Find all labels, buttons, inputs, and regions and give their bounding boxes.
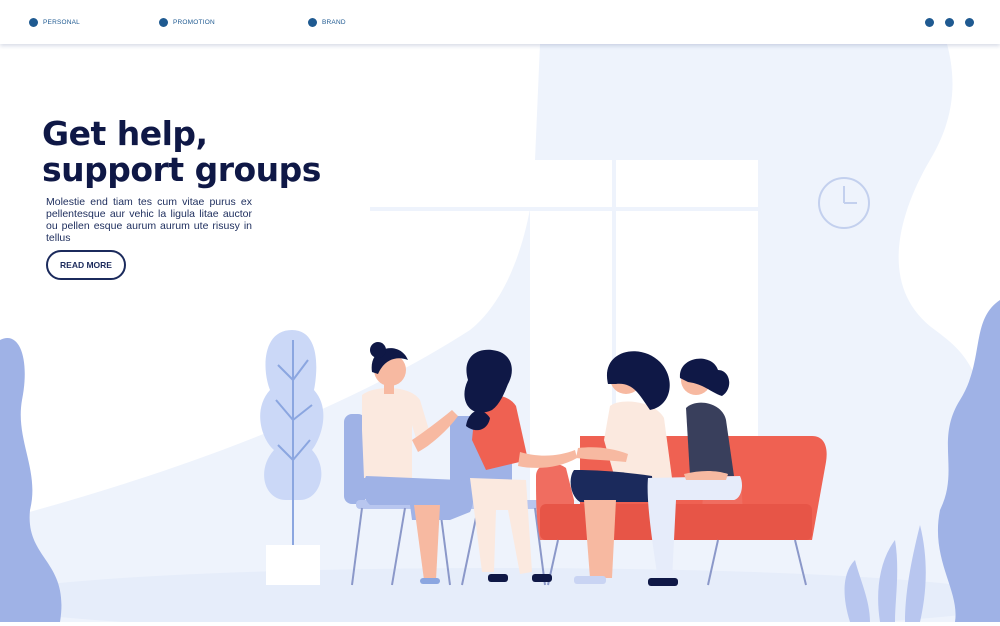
nav-item-label: BRAND xyxy=(322,19,346,26)
dot-icon xyxy=(925,18,934,27)
hero-title-line-2: support groups xyxy=(42,150,321,189)
support-group-illustration xyxy=(0,0,1000,626)
nav-item-label: PERSONAL xyxy=(43,19,81,26)
background-blob xyxy=(0,0,1000,622)
dot-icon xyxy=(945,18,954,27)
nav-item-label: PROMOTION xyxy=(173,19,215,26)
more-dots-icon[interactable] xyxy=(925,18,974,27)
bullet-dot-icon xyxy=(159,18,168,27)
nav-item-brand[interactable]: BRAND xyxy=(308,18,346,27)
nav-item-promotion[interactable]: PROMOTION xyxy=(159,18,215,27)
bullet-dot-icon xyxy=(308,18,317,27)
hero-description: Molestie end tiam tes cum vitae purus ex… xyxy=(46,196,252,244)
hero-title: Get help, support groups xyxy=(42,116,321,188)
hero-title-line-1: Get help, xyxy=(42,114,208,153)
illustration-scene xyxy=(0,0,1000,626)
potted-plant xyxy=(260,330,324,585)
read-more-button[interactable]: READ MORE xyxy=(46,250,126,280)
left-foliage xyxy=(0,338,62,622)
nav-item-personal[interactable]: PERSONAL xyxy=(29,18,80,27)
bullet-dot-icon xyxy=(29,18,38,27)
dot-icon xyxy=(965,18,974,27)
top-nav-bar: PERSONAL PROMOTION BRAND xyxy=(0,0,1000,44)
